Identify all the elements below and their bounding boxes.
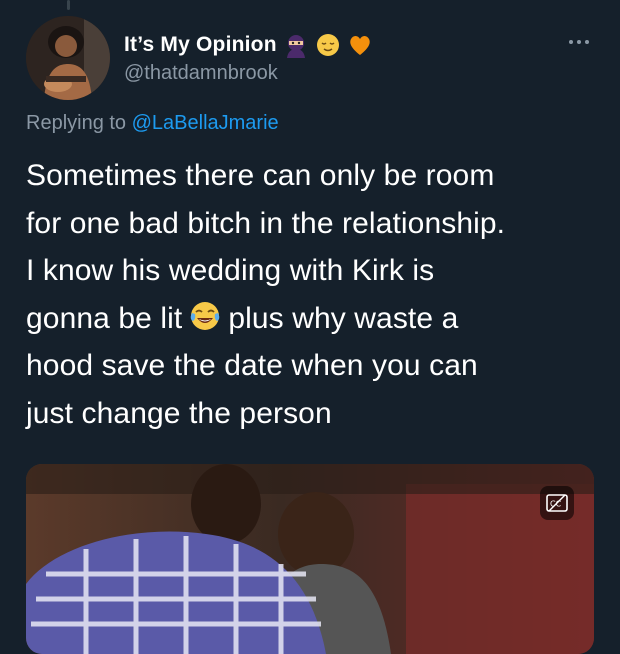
tweet-text-line: hood save the date when you can xyxy=(26,349,478,382)
avatar[interactable] xyxy=(26,16,110,100)
tweet-text-line: Sometimes there can only be room xyxy=(26,159,495,192)
tweet-text-segment: gonna be lit xyxy=(26,301,183,335)
replying-to-label: Replying to xyxy=(26,112,127,134)
relieved-face-icon xyxy=(316,34,339,56)
handle[interactable]: @thatdamnbrook xyxy=(124,62,373,85)
tweet-text: Sometimes there can only be room for one… xyxy=(26,152,601,437)
thread-connector-line xyxy=(67,0,70,10)
tweet-text-line: I know his wedding with Kirk is xyxy=(26,254,435,287)
ninja-icon xyxy=(286,35,305,58)
orange-heart-icon xyxy=(350,36,370,55)
video-media[interactable]: CC xyxy=(26,464,594,654)
more-options-icon[interactable] xyxy=(564,34,594,50)
replying-to: Replying to @LaBellaJmarie xyxy=(26,112,279,135)
display-name[interactable]: It’s My Opinion xyxy=(124,33,277,57)
tweet-text-line: gonna be lit plus why waste a xyxy=(26,295,601,343)
closed-captions-icon[interactable]: CC xyxy=(540,486,574,520)
tears-of-joy-icon xyxy=(191,301,220,330)
tweet-text-segment: plus why waste a xyxy=(228,301,459,335)
tweet-header: It’s My Opinion @thatdamnbrook xyxy=(26,16,594,102)
tweet-text-line: just change the person xyxy=(26,396,332,430)
mention-link[interactable]: @LaBellaJmarie xyxy=(132,112,279,134)
tweet-text-line: for one bad bitch in the relationship. xyxy=(26,206,506,240)
video-frame xyxy=(26,464,594,654)
